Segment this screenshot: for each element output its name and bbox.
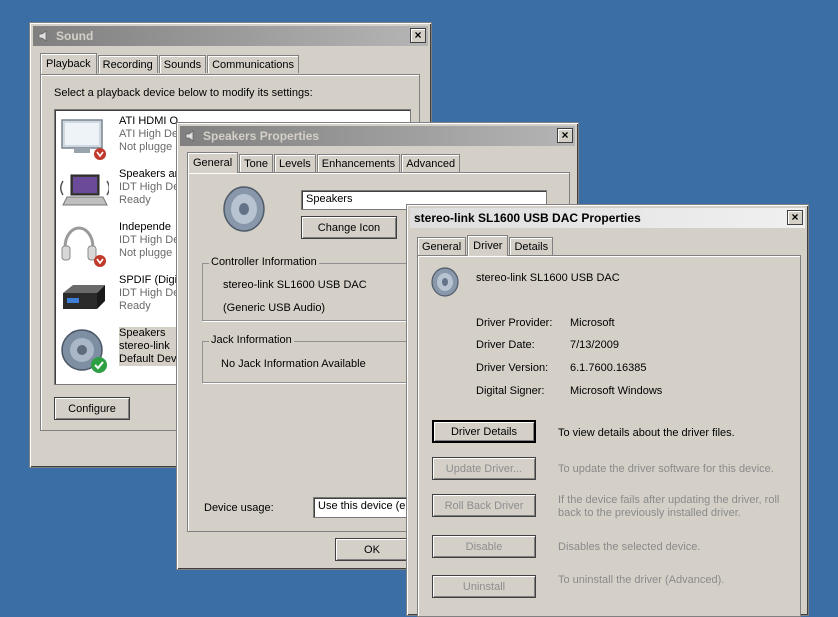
tab-general[interactable]: General <box>417 237 467 255</box>
device-name: stereo-link SL1600 USB DAC <box>476 272 620 284</box>
driver-provider-label: Driver Provider: <box>476 317 553 329</box>
device-name: Speakers <box>119 327 166 339</box>
tab-tone[interactable]: Tone <box>239 154 273 172</box>
roll-back-desc-line2: back to the previously installed driver. <box>558 507 741 519</box>
device-usage-select[interactable]: Use this device (er <box>313 497 413 518</box>
driver-version-label: Driver Version: <box>476 362 549 374</box>
device-usage-label: Device usage: <box>204 502 274 514</box>
device-driver: IDT High De <box>119 234 180 246</box>
sound-title: Sound <box>56 29 94 43</box>
laptop-icon <box>59 169 110 215</box>
jack-info-text: No Jack Information Available <box>221 358 366 370</box>
driver-details-desc: To view details about the driver files. <box>558 427 735 439</box>
sound-tabs: Playback Recording Sounds Communications <box>40 53 300 74</box>
dac-properties-window: stereo-link SL1600 USB DAC Properties × … <box>406 204 809 617</box>
controller-info-label: Controller Information <box>209 256 319 268</box>
tab-communications[interactable]: Communications <box>207 55 300 73</box>
tab-playback[interactable]: Playback <box>40 53 97 74</box>
dac-properties-titlebar[interactable]: stereo-link SL1600 USB DAC Properties × <box>410 208 805 228</box>
device-driver: stereo-link <box>119 340 170 352</box>
speaker-icon <box>184 129 198 143</box>
digital-signer-label: Digital Signer: <box>476 385 545 397</box>
tab-sounds[interactable]: Sounds <box>158 55 207 73</box>
spdif-box-icon <box>59 275 109 321</box>
tab-general[interactable]: General <box>187 152 239 173</box>
device-status: Not plugge <box>119 141 173 153</box>
headphones-icon <box>59 222 109 268</box>
update-driver-button[interactable]: Update Driver... <box>432 457 536 480</box>
driver-details-button[interactable]: Driver Details <box>432 420 536 443</box>
device-name: Speakers an <box>119 168 181 180</box>
uninstall-button[interactable]: Uninstall <box>432 575 536 598</box>
controller-sub: (Generic USB Audio) <box>223 302 326 314</box>
tab-driver[interactable]: Driver <box>467 235 509 256</box>
speakers-tabs: General Tone Levels Enhancements Advance… <box>187 152 461 173</box>
speakers-properties-title: Speakers Properties <box>203 129 320 143</box>
close-button[interactable]: × <box>557 128 573 143</box>
disable-desc: Disables the selected device. <box>558 541 701 553</box>
tab-details[interactable]: Details <box>509 237 554 255</box>
device-status: Not pluggе <box>119 247 173 259</box>
ok-button[interactable]: OK <box>335 538 409 561</box>
disable-button[interactable]: Disable <box>432 535 536 558</box>
speaker-icon <box>430 266 462 301</box>
speaker-icon <box>37 29 51 43</box>
close-button[interactable]: × <box>410 28 426 43</box>
monitor-icon <box>59 116 109 162</box>
driver-date-value: 7/13/2009 <box>570 339 619 351</box>
dac-properties-title: stereo-link SL1600 USB DAC Properties <box>414 211 641 225</box>
speakers-properties-titlebar[interactable]: Speakers Properties × <box>180 126 575 146</box>
device-driver: IDT High De <box>119 287 180 299</box>
driver-panel: stereo-link SL1600 USB DAC Driver Provid… <box>417 255 801 617</box>
close-button[interactable]: × <box>787 210 803 225</box>
update-driver-desc: To update the driver software for this d… <box>558 463 774 475</box>
change-icon-button[interactable]: Change Icon <box>301 216 397 239</box>
sound-titlebar[interactable]: Sound × <box>33 26 428 46</box>
jack-info-label: Jack Information <box>209 334 294 346</box>
uninstall-desc: To uninstall the driver (Advanced). <box>558 574 725 586</box>
dac-tabs: General Driver Details <box>417 235 554 256</box>
device-name: SPDIF (Digi <box>119 274 178 286</box>
roll-back-desc-line1: If the device fails after updating the d… <box>558 494 780 506</box>
configure-button[interactable]: Configure <box>54 397 130 420</box>
driver-date-label: Driver Date: <box>476 339 535 351</box>
speaker-icon <box>59 328 109 374</box>
device-status: Ready <box>119 300 151 312</box>
playback-instruction: Select a playback device below to modify… <box>54 87 313 99</box>
device-driver: IDT High De <box>119 181 180 193</box>
tab-enhancements[interactable]: Enhancements <box>316 154 401 172</box>
digital-signer-value: Microsoft Windows <box>570 385 663 397</box>
roll-back-driver-button[interactable]: Roll Back Driver <box>432 494 536 517</box>
device-name: ATI HDMI O <box>119 115 179 127</box>
device-status: Ready <box>119 194 151 206</box>
controller-name: stereo-link SL1600 USB DAC <box>223 279 367 291</box>
driver-provider-value: Microsoft <box>570 317 615 329</box>
tab-recording[interactable]: Recording <box>97 55 158 73</box>
speaker-icon <box>220 185 270 236</box>
device-name: Independe <box>119 221 171 233</box>
tab-levels[interactable]: Levels <box>274 154 316 172</box>
device-driver: ATI High De <box>119 128 179 140</box>
tab-advanced[interactable]: Advanced <box>401 154 461 172</box>
driver-version-value: 6.1.7600.16385 <box>570 362 647 374</box>
device-status: Default Dev <box>119 353 177 365</box>
